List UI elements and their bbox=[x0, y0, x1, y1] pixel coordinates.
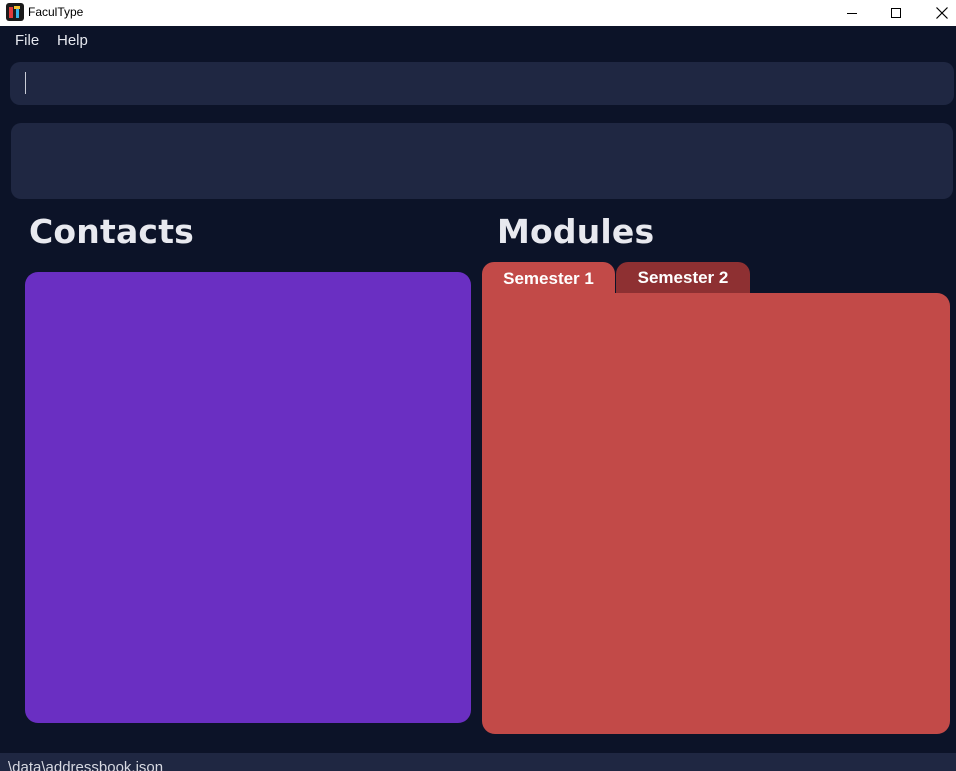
tab-semester-2-label: Semester 2 bbox=[637, 267, 729, 287]
title-bar: FaculType bbox=[0, 0, 956, 26]
contacts-list-panel[interactable] bbox=[25, 272, 471, 723]
tab-semester-1-label: Semester 1 bbox=[503, 269, 594, 288]
window-title: FaculType bbox=[28, 5, 84, 19]
minimize-icon bbox=[847, 12, 857, 14]
text-caret bbox=[25, 72, 26, 94]
app-icon bbox=[6, 3, 24, 21]
result-display bbox=[11, 123, 953, 199]
command-box bbox=[10, 62, 954, 105]
menu-file[interactable]: File bbox=[15, 32, 39, 49]
maximize-icon bbox=[891, 8, 901, 18]
status-file-path: \data\addressbook.json bbox=[8, 759, 164, 771]
maximize-button[interactable] bbox=[873, 0, 919, 26]
command-input[interactable] bbox=[28, 62, 928, 105]
menu-bar: File Help bbox=[0, 26, 956, 56]
status-bar: \data\addressbook.json bbox=[0, 753, 956, 771]
tab-semester-2[interactable]: Semester 2 bbox=[616, 262, 750, 293]
menu-help[interactable]: Help bbox=[57, 32, 88, 49]
modules-heading: Modules bbox=[497, 212, 655, 251]
close-icon bbox=[936, 7, 948, 19]
modules-list-panel[interactable] bbox=[482, 293, 950, 734]
contacts-heading: Contacts bbox=[29, 212, 195, 251]
tab-semester-1[interactable]: Semester 1 bbox=[482, 262, 615, 296]
minimize-button[interactable] bbox=[829, 0, 875, 26]
close-button[interactable] bbox=[919, 0, 956, 26]
